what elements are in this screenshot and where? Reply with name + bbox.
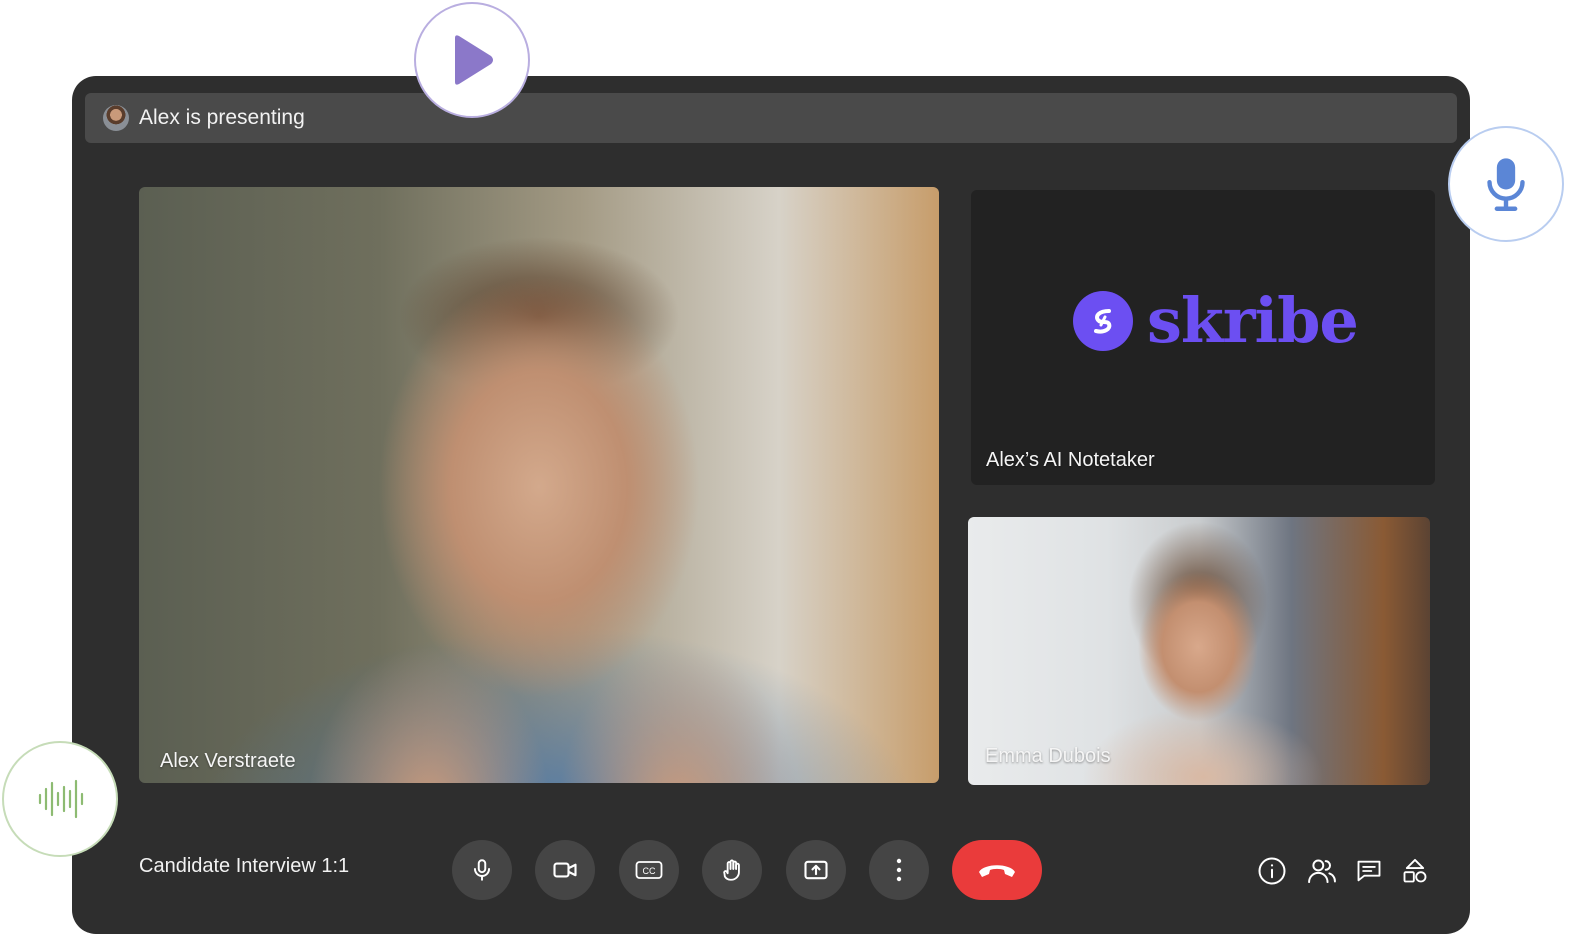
meeting-window: Alex is presenting Alex Verstraete skrib… [72,76,1470,934]
skribe-logo: skribe [1073,284,1359,357]
waveform-badge [2,741,118,857]
microphone-button[interactable] [452,840,512,900]
captions-icon: CC [635,861,663,879]
participant-name: Alex Verstraete [160,750,296,772]
participant-tile-notetaker[interactable]: skribe Alex’s AI Notetaker [971,190,1435,485]
captions-button[interactable]: CC [619,840,679,900]
audio-waveform-icon [38,779,84,819]
microphone-icon [1487,158,1525,211]
play-icon [455,35,493,85]
participant-name: Alex’s AI Notetaker [986,449,1155,471]
present-screen-icon [804,860,828,880]
presenter-avatar [103,105,129,131]
hang-up-icon [979,865,1015,877]
participant-tile-alex[interactable]: Alex Verstraete [139,187,939,783]
info-button[interactable] [1255,854,1289,888]
hang-up-button[interactable] [952,840,1042,900]
microphone-badge [1448,126,1564,242]
camera-button[interactable] [535,840,595,900]
participant-tile-emma[interactable]: Emma Dubois [968,517,1430,785]
people-icon [1308,859,1336,884]
more-options-icon [896,858,902,882]
presentation-bar: Alex is presenting [85,93,1457,143]
play-badge [414,2,530,118]
raise-hand-icon [723,859,740,881]
info-icon [1258,857,1286,885]
activities-button[interactable] [1398,854,1432,888]
skribe-wordmark: skribe [1147,284,1359,357]
participant-name: Emma Dubois [985,745,1111,767]
skribe-logo-icon [1073,291,1133,351]
chat-button[interactable] [1352,854,1386,888]
more-options-button[interactable] [869,840,929,900]
microphone-icon [473,859,491,881]
meeting-title: Candidate Interview 1:1 [139,855,350,877]
present-screen-button[interactable] [786,840,846,900]
people-button[interactable] [1305,854,1339,888]
raise-hand-button[interactable] [702,840,762,900]
activities-icon [1403,858,1427,883]
camera-icon [553,862,577,878]
svg-text:CC: CC [643,866,656,876]
chat-icon [1357,860,1381,882]
presentation-status: Alex is presenting [139,106,305,129]
